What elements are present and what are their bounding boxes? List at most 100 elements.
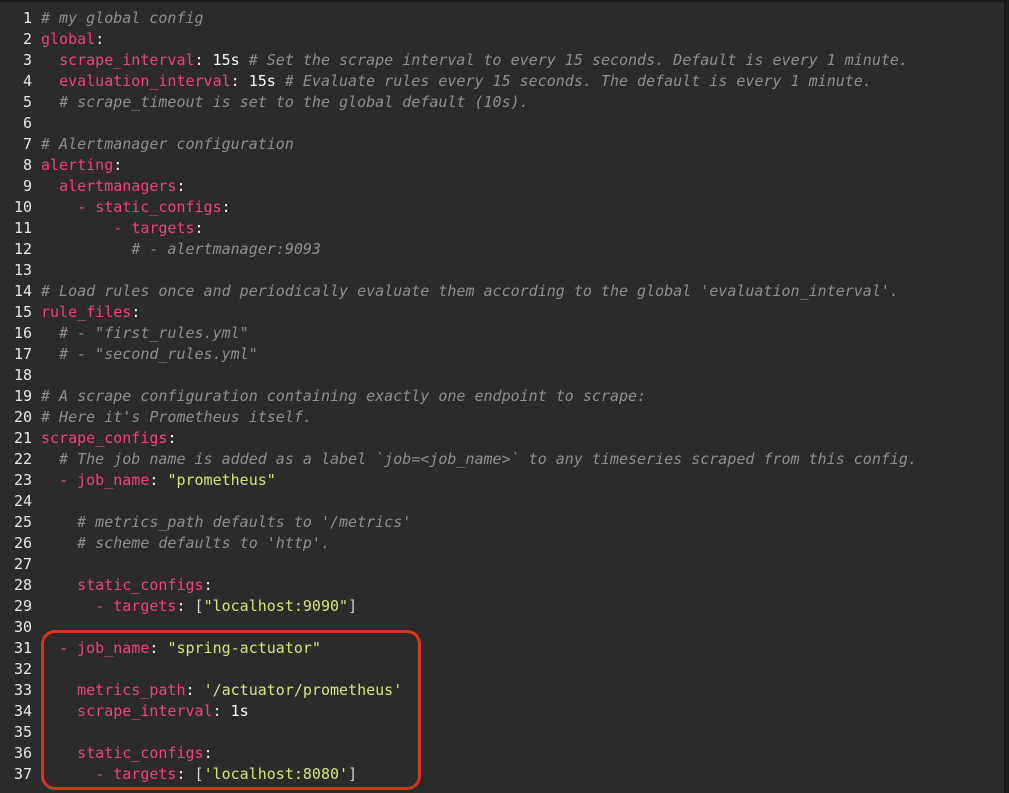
- comment: # Set the scrape interval to every 15 se…: [239, 51, 908, 69]
- punctuation: :: [113, 156, 123, 174]
- yaml-key: alertmanagers: [59, 177, 177, 195]
- punctuation: :: [194, 219, 204, 237]
- line-code: # metrics_path defaults to '/metrics': [41, 512, 411, 533]
- code-line[interactable]: 2 global:: [0, 29, 1006, 50]
- yaml-key: static_configs: [77, 744, 204, 762]
- yaml-key: job_name: [77, 639, 150, 657]
- code-line[interactable]: 22 # The job name is added as a label `j…: [0, 449, 1006, 470]
- code-line[interactable]: 23 - job_name: "prometheus": [0, 470, 1006, 491]
- line-code: - job_name: "prometheus": [41, 470, 276, 491]
- line-code: # - alertmanager:9093: [41, 239, 321, 260]
- code-line[interactable]: 5 # scrape_timeout is set to the global …: [0, 92, 1006, 113]
- yaml-key: job_name: [77, 471, 150, 489]
- code-line[interactable]: 27: [0, 554, 1006, 575]
- code-line[interactable]: 30: [0, 617, 1006, 638]
- bracket: ]: [348, 765, 358, 783]
- comment: # - "second_rules.yml": [59, 345, 258, 363]
- line-code: # The job name is added as a label `job=…: [41, 449, 917, 470]
- code-line[interactable]: 6: [0, 113, 1006, 134]
- line-number: 26: [13, 534, 32, 552]
- code-line[interactable]: 32: [0, 659, 1006, 680]
- code-line[interactable]: 20 # Here it's Prometheus itself.: [0, 407, 1006, 428]
- line-number: 34: [13, 702, 32, 720]
- comment: # my global config: [41, 9, 204, 27]
- code-line[interactable]: 14 # Load rules once and periodically eva…: [0, 281, 1006, 302]
- code-line[interactable]: 8 alerting:: [0, 155, 1006, 176]
- list-dash: -: [95, 597, 114, 615]
- comment: # scheme defaults to 'http'.: [77, 534, 330, 552]
- punctuation: :: [203, 744, 213, 762]
- punctuation: :: [176, 765, 195, 783]
- code-line[interactable]: 13: [0, 260, 1006, 281]
- code-line[interactable]: 35: [0, 722, 1006, 743]
- list-dash: -: [77, 198, 96, 216]
- number-value: 15s: [212, 51, 240, 69]
- line-number: 27: [13, 555, 32, 573]
- comment: # A scrape configuration containing exac…: [41, 387, 647, 405]
- code-line[interactable]: 4 evaluation_interval: 15s # Evaluate ru…: [0, 71, 1006, 92]
- code-line[interactable]: 26 # scheme defaults to 'http'.: [0, 533, 1006, 554]
- yaml-key: scrape_interval: [59, 51, 195, 69]
- code-lines[interactable]: 1 # my global config 2 global: 3 scrape_inte…: [0, 8, 1006, 785]
- code-line[interactable]: 18: [0, 365, 1006, 386]
- line-code: scrape_configs:: [41, 428, 176, 449]
- string-value: "spring-actuator": [167, 639, 321, 657]
- code-line[interactable]: 28 static_configs:: [0, 575, 1006, 596]
- comment: # Alertmanager configuration: [41, 135, 294, 153]
- comment: # Here it's Prometheus itself.: [41, 408, 312, 426]
- line-number: 21: [13, 429, 32, 447]
- code-line[interactable]: 17 # - "second_rules.yml": [0, 344, 1006, 365]
- code-line[interactable]: 21 scrape_configs:: [0, 428, 1006, 449]
- line-code: static_configs:: [41, 743, 213, 764]
- code-line[interactable]: 31 - job_name: "spring-actuator": [0, 638, 1006, 659]
- line-code: # Load rules once and periodically evalu…: [41, 281, 899, 302]
- code-line[interactable]: 7 # Alertmanager configuration: [0, 134, 1006, 155]
- code-line[interactable]: 33 metrics_path: '/actuator/prometheus': [0, 680, 1006, 701]
- code-line[interactable]: 11 - targets:: [0, 218, 1006, 239]
- code-line[interactable]: 29 - targets: ["localhost:9090"]: [0, 596, 1006, 617]
- line-code: - targets:: [41, 218, 204, 239]
- line-number: 12: [13, 240, 32, 258]
- bracket: ]: [348, 597, 358, 615]
- line-code: scrape_interval: 15s # Set the scrape in…: [41, 50, 908, 71]
- line-number: 15: [13, 303, 32, 321]
- yaml-key: targets: [113, 765, 177, 783]
- line-code: - static_configs:: [41, 197, 231, 218]
- punctuation: :: [194, 51, 213, 69]
- code-line[interactable]: 10 - static_configs:: [0, 197, 1006, 218]
- code-line[interactable]: 19 # A scrape configuration containing ex…: [0, 386, 1006, 407]
- code-line[interactable]: 25 # metrics_path defaults to '/metrics': [0, 512, 1006, 533]
- code-line[interactable]: 9 alertmanagers:: [0, 176, 1006, 197]
- comment: # Evaluate rules every 15 seconds. The d…: [275, 72, 872, 90]
- punctuation: :: [167, 429, 177, 447]
- yaml-key: global: [41, 30, 96, 48]
- code-line[interactable]: 34 scrape_interval: 1s: [0, 701, 1006, 722]
- code-line[interactable]: 1 # my global config: [0, 8, 1006, 29]
- line-number: 9: [22, 177, 32, 195]
- code-line[interactable]: 15 rule_files:: [0, 302, 1006, 323]
- code-line[interactable]: 16 # - "first_rules.yml": [0, 323, 1006, 344]
- code-line[interactable]: 12 # - alertmanager:9093: [0, 239, 1006, 260]
- code-editor[interactable]: 1 # my global config 2 global: 3 scrape_inte…: [0, 0, 1006, 793]
- comment: # - alertmanager:9093: [131, 240, 321, 258]
- list-dash: -: [113, 219, 132, 237]
- line-number: 23: [13, 471, 32, 489]
- line-code: # Here it's Prometheus itself.: [41, 407, 312, 428]
- code-line[interactable]: 37 - targets: ['localhost:8080']: [0, 764, 1006, 785]
- code-line[interactable]: 3 scrape_interval: 15s # Set the scrape …: [0, 50, 1006, 71]
- line-number: 11: [13, 219, 32, 237]
- code-line[interactable]: 36 static_configs:: [0, 743, 1006, 764]
- code-line[interactable]: 24: [0, 491, 1006, 512]
- line-number: 28: [13, 576, 32, 594]
- line-number: 32: [13, 660, 32, 678]
- comment: # metrics_path defaults to '/metrics': [77, 513, 412, 531]
- line-number: 36: [13, 744, 32, 762]
- yaml-key: scrape_configs: [41, 429, 168, 447]
- bracket: [: [194, 765, 204, 783]
